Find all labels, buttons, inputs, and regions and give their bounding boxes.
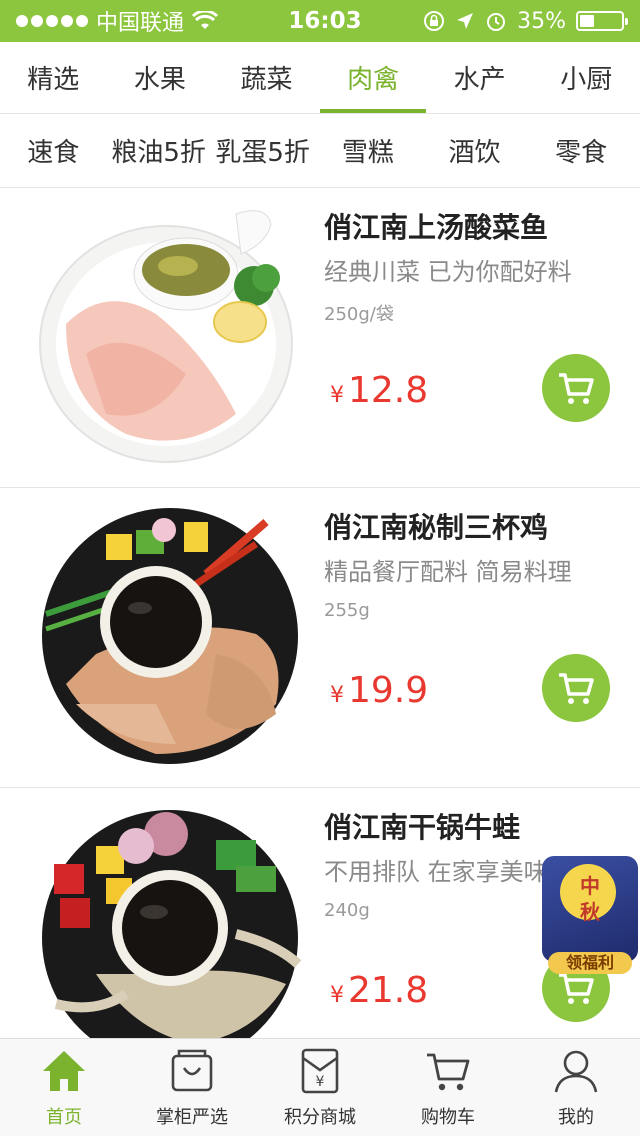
promo-char-2: 秋 (580, 900, 600, 924)
svg-text:¥: ¥ (316, 1074, 325, 1090)
bottom-nav: 首页 掌柜严选 ¥ 积分商城 购物车 我的 (0, 1038, 640, 1136)
product-desc: 精品餐厅配料 简易料理 (324, 558, 572, 586)
product-name[interactable]: 俏江南干锅牛蛙 (324, 806, 520, 846)
price-value: 21.8 (348, 970, 429, 1011)
nav-label: 首页 (46, 1107, 82, 1128)
alarm-icon (487, 13, 506, 31)
tab-sushi[interactable]: 速食 (0, 114, 107, 187)
status-right: 35% (414, 8, 628, 34)
cart-icon (424, 1047, 472, 1095)
home-icon (40, 1047, 88, 1095)
points-mall-icon: ¥ (296, 1047, 344, 1095)
tab-xuegao[interactable]: 雪糕 (315, 114, 422, 187)
user-icon (552, 1047, 600, 1095)
nav-curated[interactable]: 掌柜严选 (128, 1039, 256, 1136)
product-price: ¥ 12.8 (330, 370, 428, 411)
app-screen: 中国联通 16:03 35% 精选 水果 蔬菜 肉禽 水产 小厨 速食 粮油5折… (0, 0, 640, 1136)
mid-autumn-promo-badge[interactable]: 中 秋 领福利 (542, 856, 638, 976)
tab-liangyou[interactable]: 粮油5折 (107, 114, 211, 187)
promo-panel: 中 秋 (542, 856, 638, 962)
category-tabs-primary: 精选 水果 蔬菜 肉禽 水产 小厨 (0, 42, 640, 114)
tab-jiuyin[interactable]: 酒饮 (421, 114, 528, 187)
category-tabs-secondary: 速食 粮油5折 乳蛋5折 雪糕 酒饮 零食 (0, 114, 640, 188)
tab-jingxuan[interactable]: 精选 (0, 42, 107, 113)
tab-xiaochu[interactable]: 小厨 (533, 42, 640, 113)
price-value: 12.8 (348, 370, 429, 411)
tab-rouqin[interactable]: 肉禽 (319, 42, 427, 113)
product-name[interactable]: 俏江南上汤酸菜鱼 (324, 206, 548, 246)
product-weight: 255g (324, 600, 370, 621)
product-image-chicken[interactable] (36, 504, 304, 772)
product-price: ¥ 21.8 (330, 970, 428, 1011)
promo-char-1: 中 (580, 874, 600, 898)
tab-shuichan[interactable]: 水产 (426, 42, 533, 113)
product-card[interactable]: 俏江南上汤酸菜鱼 经典川菜 已为你配好料 250g/袋 ¥ 12.8 (0, 188, 640, 488)
status-time: 16:03 (288, 8, 362, 34)
product-weight: 250g/袋 (324, 304, 394, 325)
promo-ribbon-label: 领福利 (548, 952, 632, 974)
location-icon (457, 13, 474, 29)
nav-label: 我的 (558, 1107, 594, 1128)
battery-fill (580, 15, 594, 27)
carrier-label: 中国联通 (96, 11, 185, 36)
product-price: ¥ 19.9 (330, 670, 428, 711)
currency-symbol: ¥ (330, 383, 344, 408)
product-image-frog[interactable] (36, 804, 304, 1038)
price-value: 19.9 (348, 670, 429, 711)
status-left: 中国联通 (16, 5, 276, 37)
tab-shucai[interactable]: 蔬菜 (213, 42, 320, 113)
product-weight: 240g (324, 900, 370, 921)
nav-cart[interactable]: 购物车 (384, 1039, 512, 1136)
nav-points-mall[interactable]: ¥ 积分商城 (256, 1039, 384, 1136)
nav-home[interactable]: 首页 (0, 1039, 128, 1136)
tab-lingshi[interactable]: 零食 (528, 114, 635, 187)
status-bar: 中国联通 16:03 35% (0, 0, 640, 42)
product-name[interactable]: 俏江南秘制三杯鸡 (324, 506, 548, 546)
cart-icon (559, 673, 594, 704)
currency-symbol: ¥ (330, 983, 344, 1008)
nav-label: 购物车 (421, 1107, 475, 1128)
nav-label: 掌柜严选 (156, 1107, 228, 1128)
nav-profile[interactable]: 我的 (512, 1039, 640, 1136)
signal-icon (16, 15, 88, 27)
cart-icon (559, 373, 594, 404)
tab-shuiguo[interactable]: 水果 (107, 42, 214, 113)
currency-symbol: ¥ (330, 683, 344, 708)
battery-icon (576, 11, 628, 31)
add-to-cart-button[interactable] (542, 354, 610, 422)
bag-icon (168, 1047, 216, 1095)
product-card[interactable]: 俏江南秘制三杯鸡 精品餐厅配料 简易料理 255g ¥ 19.9 (0, 488, 640, 788)
wifi-icon (192, 11, 219, 29)
tab-rudan[interactable]: 乳蛋5折 (211, 114, 315, 187)
product-desc: 经典川菜 已为你配好料 (324, 258, 572, 286)
battery-percent: 35% (517, 8, 566, 34)
orientation-lock-icon (424, 11, 445, 31)
product-image-fish[interactable] (36, 204, 304, 472)
add-to-cart-button[interactable] (542, 654, 610, 722)
nav-label: 积分商城 (284, 1107, 356, 1128)
